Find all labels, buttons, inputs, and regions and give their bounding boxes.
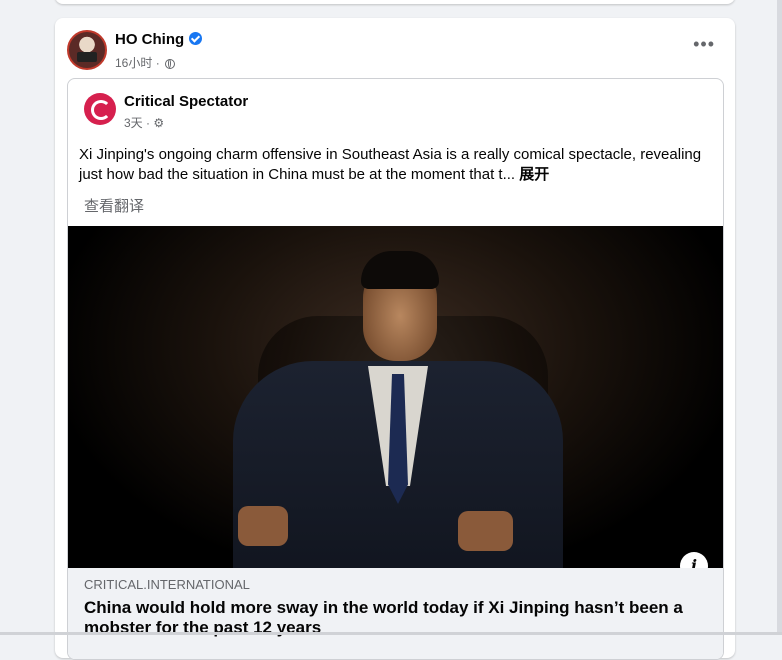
shared-post-time[interactable]: 3天 <box>124 116 143 130</box>
link-domain: CRITICAL.INTERNATIONAL <box>84 577 250 592</box>
previous-post-card <box>55 0 735 4</box>
post-body: Xi Jinping's ongoing charm offensive in … <box>79 145 714 184</box>
info-icon[interactable]: i <box>680 552 708 568</box>
post-meta: 16小时 · <box>115 54 176 71</box>
left-hand-shape <box>238 506 288 546</box>
post-body-text: Xi Jinping's ongoing charm offensive in … <box>79 146 702 183</box>
scrollbar[interactable] <box>777 0 782 635</box>
globe-icon[interactable] <box>165 59 176 69</box>
hair-shape <box>361 251 439 289</box>
page-name[interactable]: Critical Spectator <box>124 93 248 110</box>
meta-separator: · <box>155 56 160 70</box>
author-avatar[interactable] <box>67 30 107 70</box>
shared-post-meta: 3天 · ⚙ <box>124 114 164 131</box>
more-options-icon[interactable]: ••• <box>693 35 715 53</box>
author-name-text[interactable]: HO Ching <box>115 31 184 48</box>
author-name[interactable]: HO Ching <box>115 31 203 48</box>
shared-meta-separator: · <box>146 116 151 130</box>
see-translation-link[interactable]: 查看翻译 <box>84 195 144 216</box>
shared-post-card: Critical Spectator 3天 · ⚙ Xi Jinping's o… <box>67 78 724 660</box>
post-time[interactable]: 16小时 <box>115 56 152 70</box>
see-more-link[interactable]: 展开 <box>519 166 549 183</box>
page-logo-avatar[interactable] <box>84 93 116 125</box>
verified-badge-icon <box>189 32 203 45</box>
link-preview[interactable]: CRITICAL.INTERNATIONAL China would hold … <box>68 568 723 659</box>
gear-icon[interactable]: ⚙ <box>153 116 164 130</box>
right-hand-shape <box>458 511 513 551</box>
feed-post: HO Ching 16小时 · ••• Critical Spectator 3… <box>55 18 735 660</box>
article-image[interactable]: i <box>68 226 723 568</box>
